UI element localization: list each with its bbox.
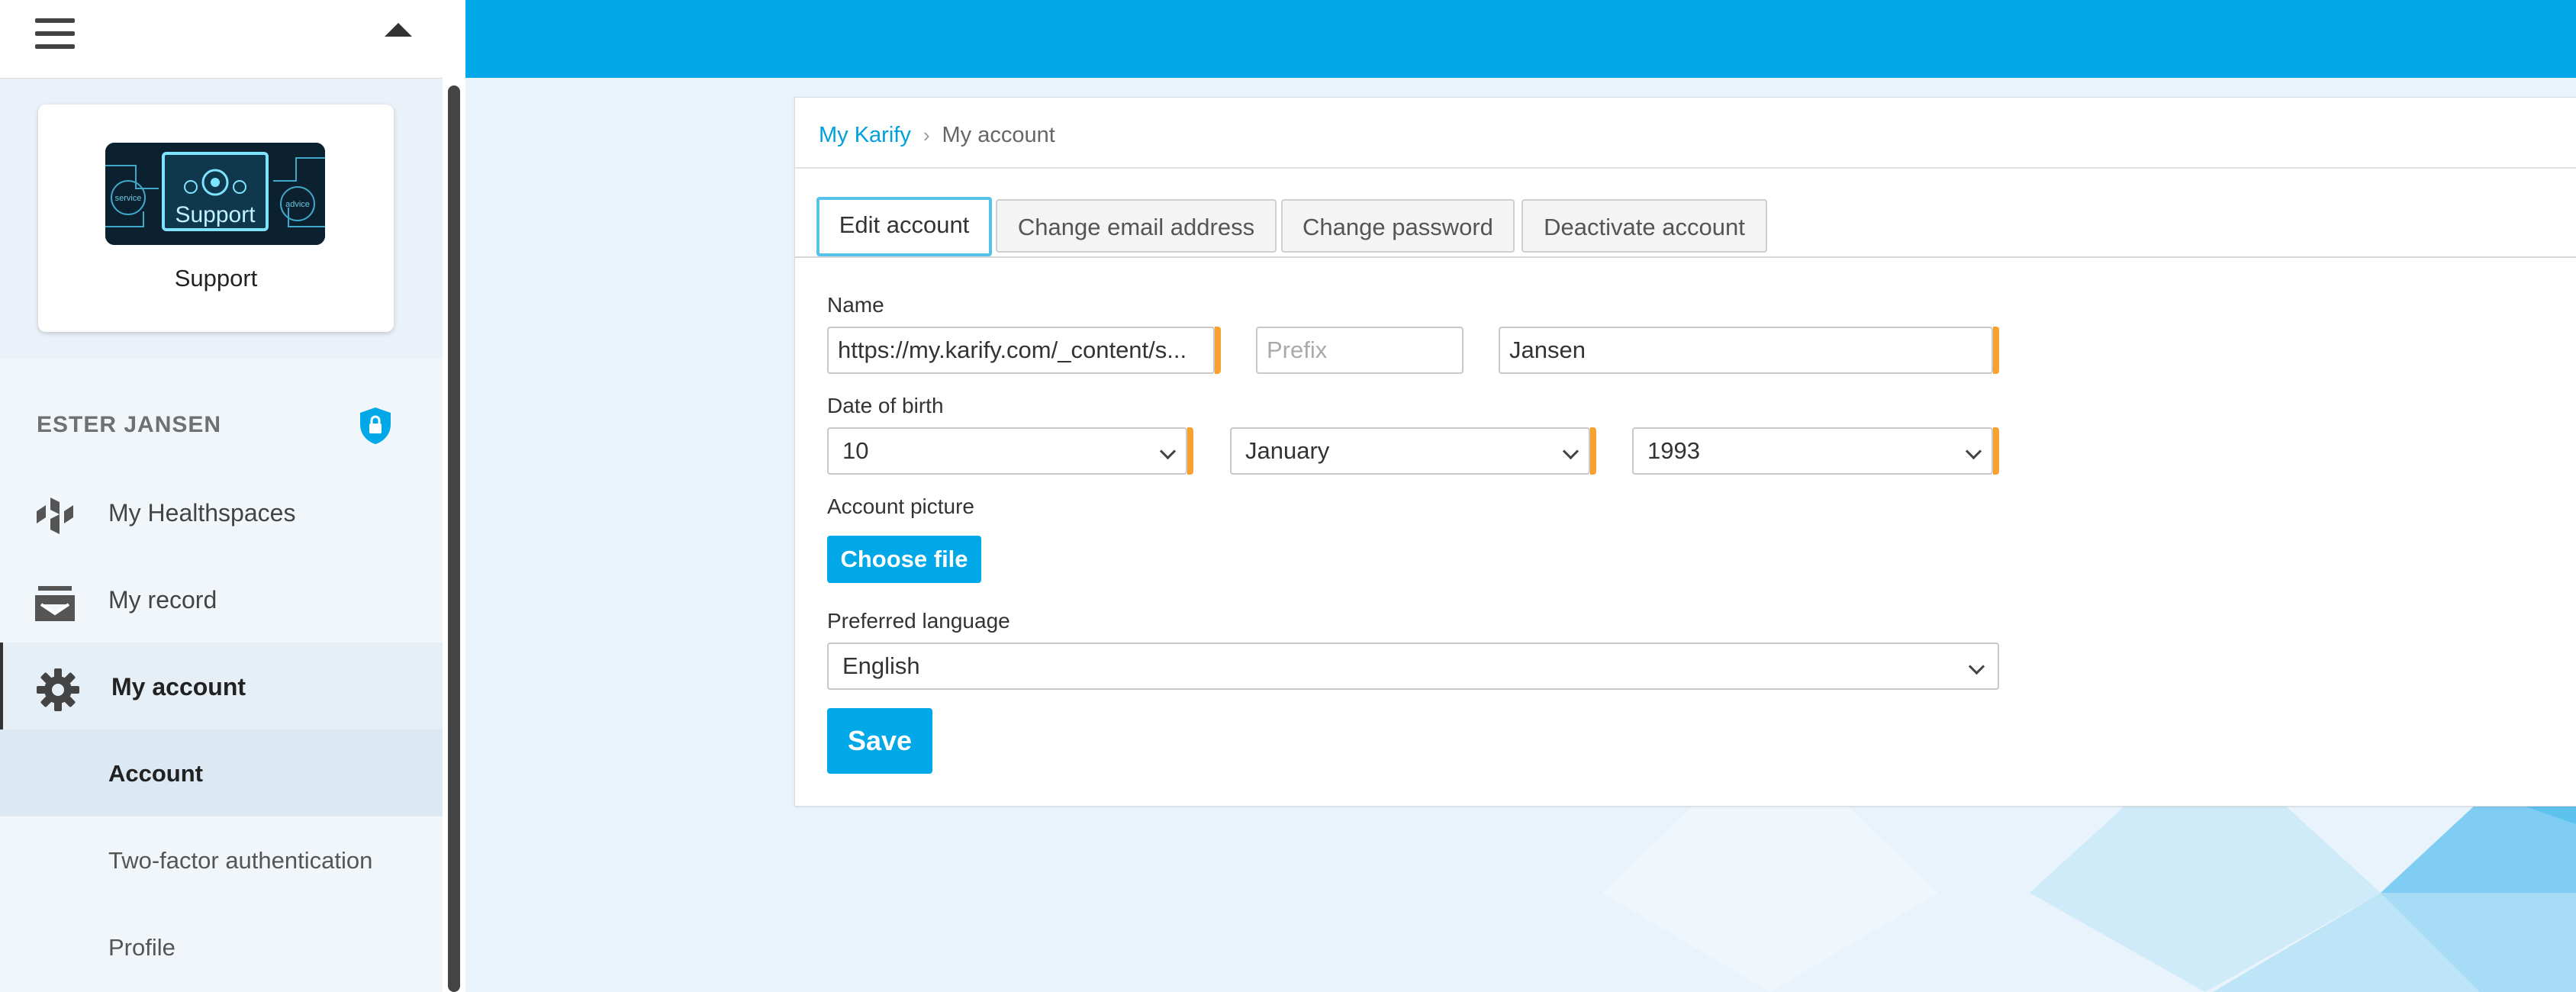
support-logo-small-right: advice [285,200,310,209]
tab-deactivate-account[interactable]: Deactivate account [1521,199,1767,253]
sidebar-scrollbar-thumb[interactable] [448,85,460,992]
tab-change-password[interactable]: Change password [1281,199,1515,253]
dob-month-value: January [1245,437,1330,464]
support-logo-text: Support [175,202,256,227]
nav-item-my-record[interactable]: My record [0,556,443,643]
save-button[interactable]: Save [827,708,932,774]
inbox-icon [35,586,75,621]
last-name-input[interactable]: Jansen [1499,327,1993,374]
preferred-language-select[interactable]: English [827,643,1999,690]
top-bar [465,0,2576,78]
collapse-caret-icon[interactable] [385,23,412,37]
dob-month-select[interactable]: January [1230,427,1590,475]
subnav-item-label: Profile [108,934,175,961]
choose-file-button[interactable]: Choose file [827,536,981,583]
preferred-language-label: Preferred language [827,609,1010,633]
nav-item-my-healthspaces[interactable]: My Healthspaces [0,469,443,556]
chevron-down-icon [1562,443,1579,460]
dob-day-select[interactable]: 10 [827,427,1187,475]
dob-year-select[interactable]: 1993 [1632,427,1993,475]
user-name: ESTER JANSEN [37,412,222,437]
shield-lock-icon[interactable] [359,406,392,446]
breadcrumb-root-link[interactable]: My Karify [819,123,911,147]
healthspaces-icon [37,498,73,534]
sidebar: Support service advice Support ESTER JAN… [0,0,465,992]
chevron-down-icon [1965,443,1982,460]
nav-item-label: My account [111,673,246,701]
subnav-item-label: Two-factor authentication [108,847,373,874]
preferred-language-value: English [842,652,920,679]
chevron-down-icon [1968,658,1985,675]
breadcrumb-divider [795,167,2576,169]
support-logo-small-left: service [115,194,142,203]
nav-item-label: My Healthspaces [108,499,296,527]
breadcrumb-current: My account [942,123,1055,147]
chevron-down-icon [1159,443,1177,460]
breadcrumb: My Karify › My account [819,123,1055,148]
required-marker [1993,427,1999,475]
name-label: Name [827,293,884,317]
subnav-item-account[interactable]: Account [0,730,443,816]
dob-year-value: 1993 [1647,437,1700,464]
account-picture-label: Account picture [827,494,974,518]
support-card[interactable]: Support service advice Support [38,105,394,332]
required-marker [1993,327,1999,374]
sidebar-header [0,0,465,79]
subnav-item-profile[interactable]: Profile [0,903,443,990]
nav-item-my-account[interactable]: My account [0,643,446,730]
date-of-birth-label: Date of birth [827,394,944,417]
hamburger-menu-icon[interactable] [35,18,75,49]
support-card-name: Support [174,265,258,291]
first-name-input[interactable]: https://my.karify.com/_content/s... [827,327,1215,374]
nav-item-label: My record [108,586,217,614]
subnav-item-two-factor-authentication[interactable]: Two-factor authentication [0,816,443,903]
prefix-input[interactable]: Prefix [1256,327,1463,374]
account-panel: My Karify › My account Edit account Change… [794,97,2576,807]
gear-icon [37,668,79,711]
tab-change-email-address[interactable]: Change email address [996,199,1277,253]
tabs-underline [795,256,2576,258]
required-marker [1215,327,1221,374]
support-logo: Support service advice [105,143,325,245]
required-marker [1187,427,1193,475]
tab-edit-account[interactable]: Edit account [816,197,992,256]
subnav-item-label: Account [108,760,203,787]
required-marker [1590,427,1596,475]
breadcrumb-separator: › [923,124,930,147]
dob-day-value: 10 [842,437,869,464]
